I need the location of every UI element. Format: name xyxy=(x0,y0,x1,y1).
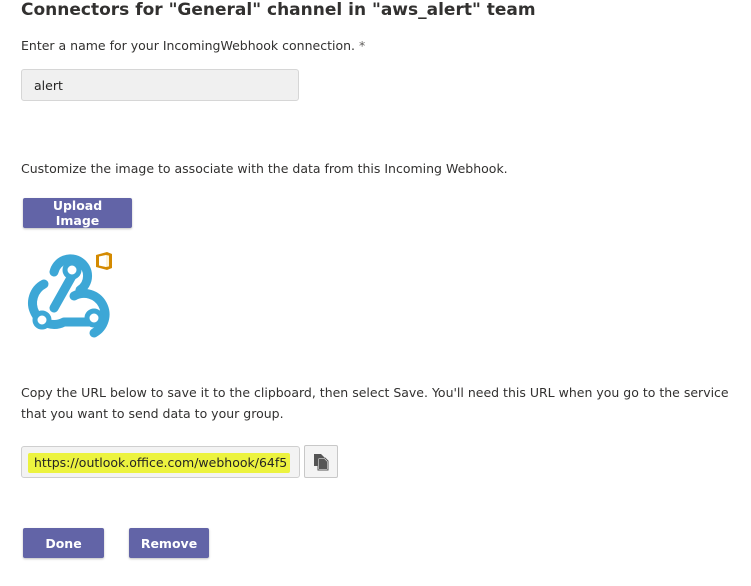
required-marker: * xyxy=(354,38,366,53)
remove-button[interactable]: Remove xyxy=(129,528,209,558)
name-field-label-text: Enter a name for your IncomingWebhook co… xyxy=(21,38,355,53)
copy-url-instructions: Copy the URL below to save it to the cli… xyxy=(21,385,729,421)
copy-icon xyxy=(314,453,329,470)
webhook-url-field[interactable]: https://outlook.office.com/webhook/64f5 xyxy=(21,446,300,478)
page-title: Connectors for "General" channel in "aws… xyxy=(21,0,536,20)
done-button[interactable]: Done xyxy=(23,528,104,558)
copy-url-button[interactable] xyxy=(304,445,338,478)
webhook-url-text: https://outlook.office.com/webhook/64f5 xyxy=(34,455,288,470)
name-field-label: Enter a name for your IncomingWebhook co… xyxy=(21,38,365,53)
connection-name-input[interactable] xyxy=(21,69,299,101)
customize-image-label: Customize the image to associate with th… xyxy=(21,161,508,176)
upload-image-button[interactable]: Upload Image xyxy=(23,198,132,228)
office-icon xyxy=(96,252,112,270)
